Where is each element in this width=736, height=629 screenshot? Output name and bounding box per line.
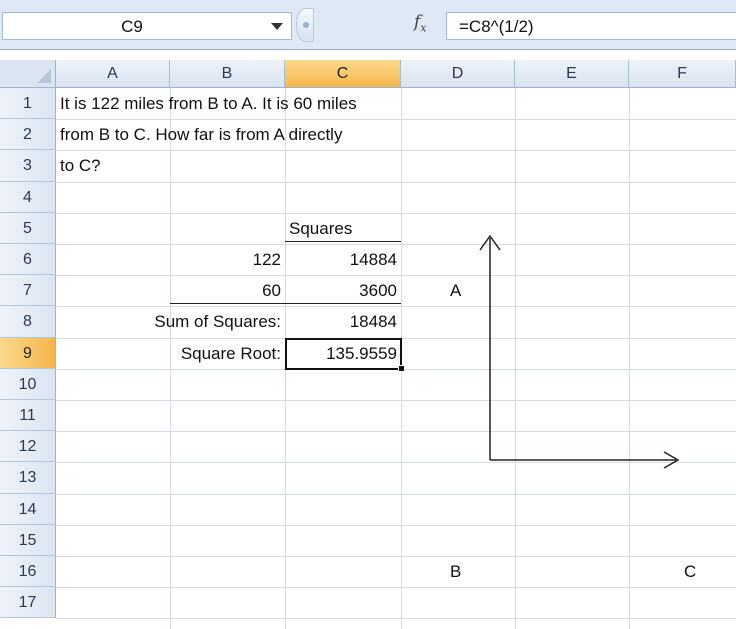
row-gridline xyxy=(56,150,736,152)
formula-text: =C8^(1/2) xyxy=(459,17,534,36)
select-all-icon xyxy=(37,69,51,83)
cell-a3[interactable]: to C? xyxy=(56,152,170,179)
splitter-handle-icon xyxy=(303,22,309,28)
row-header-17[interactable]: 17 xyxy=(0,587,56,619)
formula-bar-splitter[interactable] xyxy=(296,8,314,42)
active-cell-border xyxy=(285,337,402,370)
row-gridline xyxy=(56,400,736,401)
cell-c6[interactable]: 14884 xyxy=(285,246,401,273)
row-gridline xyxy=(56,275,736,277)
row-gridline xyxy=(56,119,736,121)
row-header-14[interactable]: 14 xyxy=(0,493,56,525)
fx-sub-label: x xyxy=(420,21,427,35)
arrowhead-c xyxy=(663,451,680,469)
row-gridline xyxy=(56,462,736,464)
column-header-a[interactable]: A xyxy=(56,60,170,88)
row-gridline xyxy=(56,524,736,526)
row-header-9[interactable]: 9 xyxy=(0,337,56,369)
cell-b8[interactable]: Sum of Squares: xyxy=(56,308,285,335)
column-header-b[interactable]: B xyxy=(170,60,285,88)
cell-b6[interactable]: 122 xyxy=(170,246,285,273)
name-box-value: C9 xyxy=(121,17,143,36)
column-header-d[interactable]: D xyxy=(401,60,515,88)
formula-input[interactable]: =C8^(1/2) xyxy=(446,12,736,40)
diagram-label-a: A xyxy=(450,281,462,301)
column-gridline xyxy=(515,88,516,629)
row-header-7[interactable]: 7 xyxy=(0,275,56,307)
row-gridline xyxy=(56,556,736,557)
row-header-6[interactable]: 6 xyxy=(0,244,56,276)
row-header-3[interactable]: 3 xyxy=(0,150,56,182)
fill-handle[interactable] xyxy=(398,364,405,372)
row-header-16[interactable]: 16 xyxy=(0,556,56,588)
cell-a1[interactable]: It is 122 miles from B to A. It is 60 mi… xyxy=(56,90,516,117)
diagram-label-b: B xyxy=(450,562,462,581)
row-header-4[interactable]: 4 xyxy=(0,181,56,213)
insert-function-icon[interactable]: fx xyxy=(414,12,427,34)
row-gridline xyxy=(56,431,736,433)
row-header-8[interactable]: 8 xyxy=(0,306,56,338)
row-header-2[interactable]: 2 xyxy=(0,119,56,151)
row-header-15[interactable]: 15 xyxy=(0,524,56,556)
row-gridline xyxy=(56,618,736,620)
column-gridline xyxy=(629,88,630,629)
column-header-f[interactable]: F xyxy=(629,60,736,88)
diagram-label-c: C xyxy=(684,562,697,581)
cell-b7[interactable]: 60 xyxy=(170,277,285,305)
row-header-1[interactable]: 1 xyxy=(0,88,56,120)
row-header-12[interactable]: 12 xyxy=(0,431,56,463)
cell-c7[interactable]: 3600 xyxy=(285,277,401,305)
row-header-5[interactable]: 5 xyxy=(0,212,56,244)
column-header-e[interactable]: E xyxy=(515,60,629,88)
select-all-corner[interactable] xyxy=(0,60,56,88)
column-header-c[interactable]: C xyxy=(285,60,401,88)
row-gridline xyxy=(56,493,736,495)
formula-bar: C9 fx =C8^(1/2) xyxy=(0,0,736,50)
name-box[interactable]: C9 xyxy=(2,12,292,40)
cell-b9[interactable]: Square Root: xyxy=(56,340,285,367)
row-gridline xyxy=(56,306,736,308)
row-gridline xyxy=(56,587,736,589)
row-gridline xyxy=(56,181,736,183)
row-gridline xyxy=(56,244,736,245)
row-gridline xyxy=(56,212,736,214)
cell-c8[interactable]: 18484 xyxy=(285,308,401,335)
cell-c5[interactable]: Squares xyxy=(285,215,401,242)
row-header-13[interactable]: 13 xyxy=(0,462,56,494)
arrowhead-a xyxy=(479,234,501,251)
chevron-down-icon[interactable] xyxy=(271,23,283,30)
row-header-11[interactable]: 11 xyxy=(0,400,56,432)
row-header-10[interactable]: 10 xyxy=(0,368,56,400)
cell-a2[interactable]: from B to C. How far is from A directly xyxy=(56,121,516,148)
